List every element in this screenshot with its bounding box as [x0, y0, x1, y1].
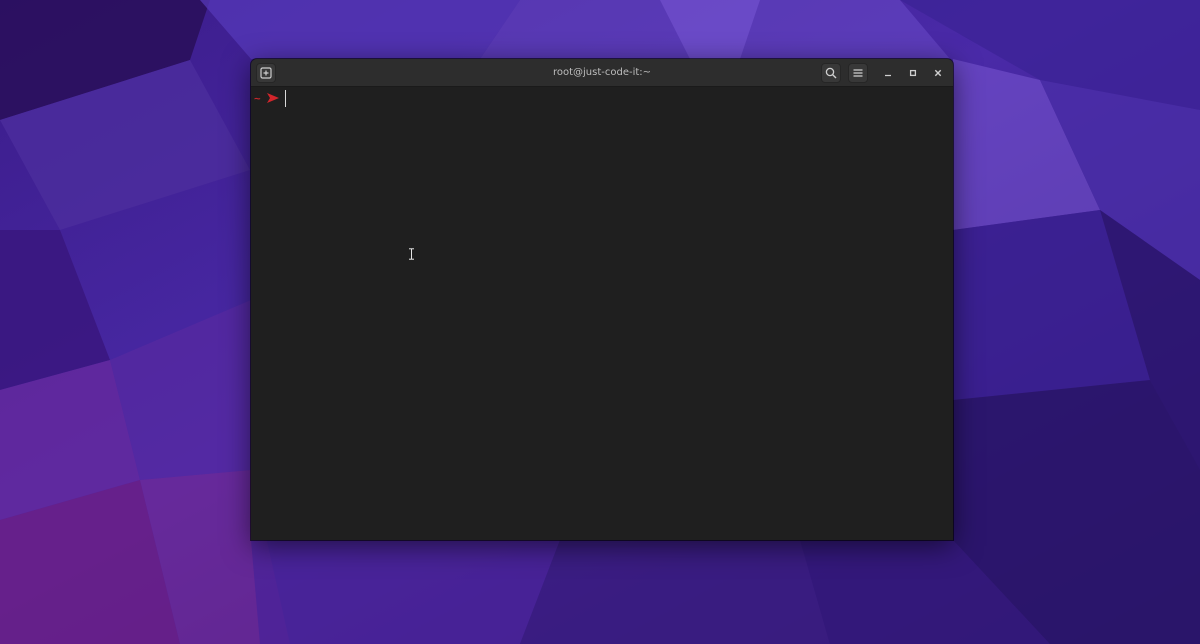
hamburger-menu-icon — [853, 69, 863, 77]
headerbar[interactable]: root@just-code-it:~ — [251, 59, 953, 87]
prompt-line: ~ — [254, 89, 286, 107]
terminal-window[interactable]: root@just-code-it:~ ~ — [251, 59, 953, 540]
menu-button[interactable] — [848, 63, 868, 83]
prompt-directory: ~ — [254, 91, 261, 105]
search-icon — [825, 67, 837, 79]
maximize-icon — [909, 69, 917, 77]
maximize-button[interactable] — [903, 63, 923, 83]
prompt-arrow-icon — [266, 93, 279, 103]
minimize-icon — [885, 74, 891, 77]
new-tab-button[interactable] — [256, 63, 276, 83]
minimize-button[interactable] — [878, 63, 898, 83]
terminal-output-area[interactable]: ~ — [251, 87, 953, 540]
search-button[interactable] — [821, 63, 841, 83]
close-icon — [934, 69, 942, 77]
mouse-ibeam-cursor-icon — [409, 248, 414, 260]
text-cursor — [284, 89, 286, 107]
close-button[interactable] — [928, 63, 948, 83]
new-tab-icon — [260, 67, 272, 79]
